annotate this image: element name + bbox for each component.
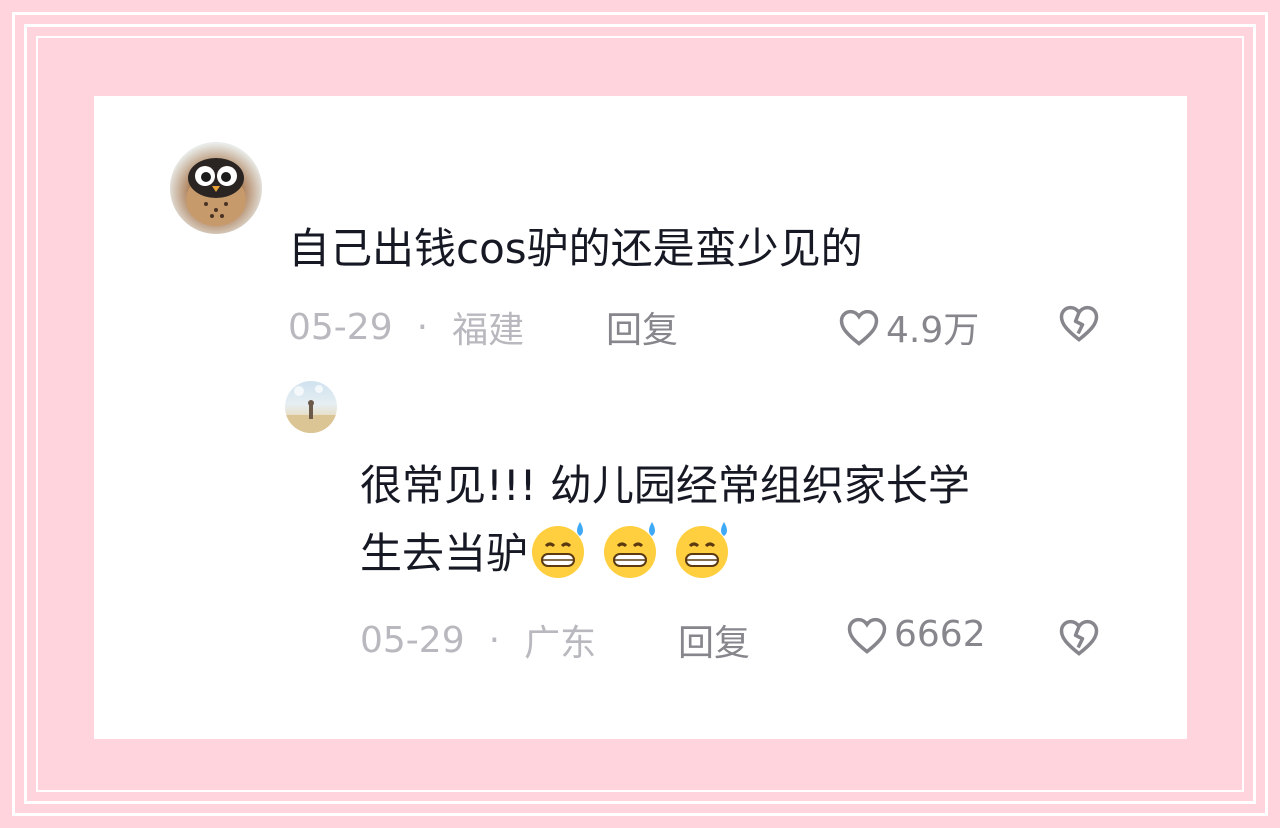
comment-text-line: 很常见!!! 幼儿园经常组织家长学 bbox=[360, 461, 970, 510]
comment-text-line-2: 生去当驴 bbox=[360, 518, 1140, 586]
like-button[interactable]: 6662 bbox=[846, 614, 986, 655]
grinning-sweat-emoji-icon bbox=[676, 522, 729, 578]
beach-avatar-icon bbox=[285, 385, 337, 433]
comment-date: 05-29 bbox=[360, 619, 465, 661]
owl-avatar-icon bbox=[186, 158, 246, 226]
comment-location: 福建 bbox=[452, 310, 525, 351]
reply-button[interactable]: 回复 bbox=[678, 614, 750, 666]
comment-meta: 05-29 · 广东 bbox=[360, 614, 596, 666]
grinning-sweat-emoji-icon bbox=[604, 522, 657, 578]
heart-icon bbox=[847, 617, 887, 654]
like-count: 6662 bbox=[894, 614, 986, 655]
comment-meta: 05-29 · 福建 bbox=[288, 301, 524, 353]
broken-heart-icon bbox=[1059, 305, 1099, 342]
like-button[interactable]: 4.9万 bbox=[838, 301, 979, 353]
comment-date: 05-29 bbox=[288, 306, 393, 348]
avatar[interactable] bbox=[170, 142, 262, 234]
meta-separator: · bbox=[488, 619, 501, 661]
comment-text-segment: 生去当驴 bbox=[360, 529, 529, 578]
comment-text: 自己出钱cos驴的还是蛮少见的 bbox=[288, 224, 863, 273]
dislike-button[interactable] bbox=[1058, 303, 1100, 347]
comment-location: 广东 bbox=[524, 623, 597, 664]
reply-comment-text: 很常见!!! 幼儿园经常组织家长学 生去当驴 bbox=[360, 454, 1140, 586]
comment-card: 自己出钱cos驴的还是蛮少见的 05-29 · 福建 回复 4.9万 很常见!!… bbox=[94, 96, 1187, 739]
dislike-button[interactable] bbox=[1058, 617, 1100, 661]
meta-separator: · bbox=[416, 306, 429, 348]
reply-button[interactable]: 回复 bbox=[606, 301, 678, 353]
avatar[interactable] bbox=[285, 381, 337, 433]
broken-heart-icon bbox=[1059, 619, 1099, 656]
grinning-sweat-emoji-icon bbox=[532, 522, 585, 578]
like-count: 4.9万 bbox=[886, 310, 980, 351]
heart-icon bbox=[839, 309, 879, 346]
